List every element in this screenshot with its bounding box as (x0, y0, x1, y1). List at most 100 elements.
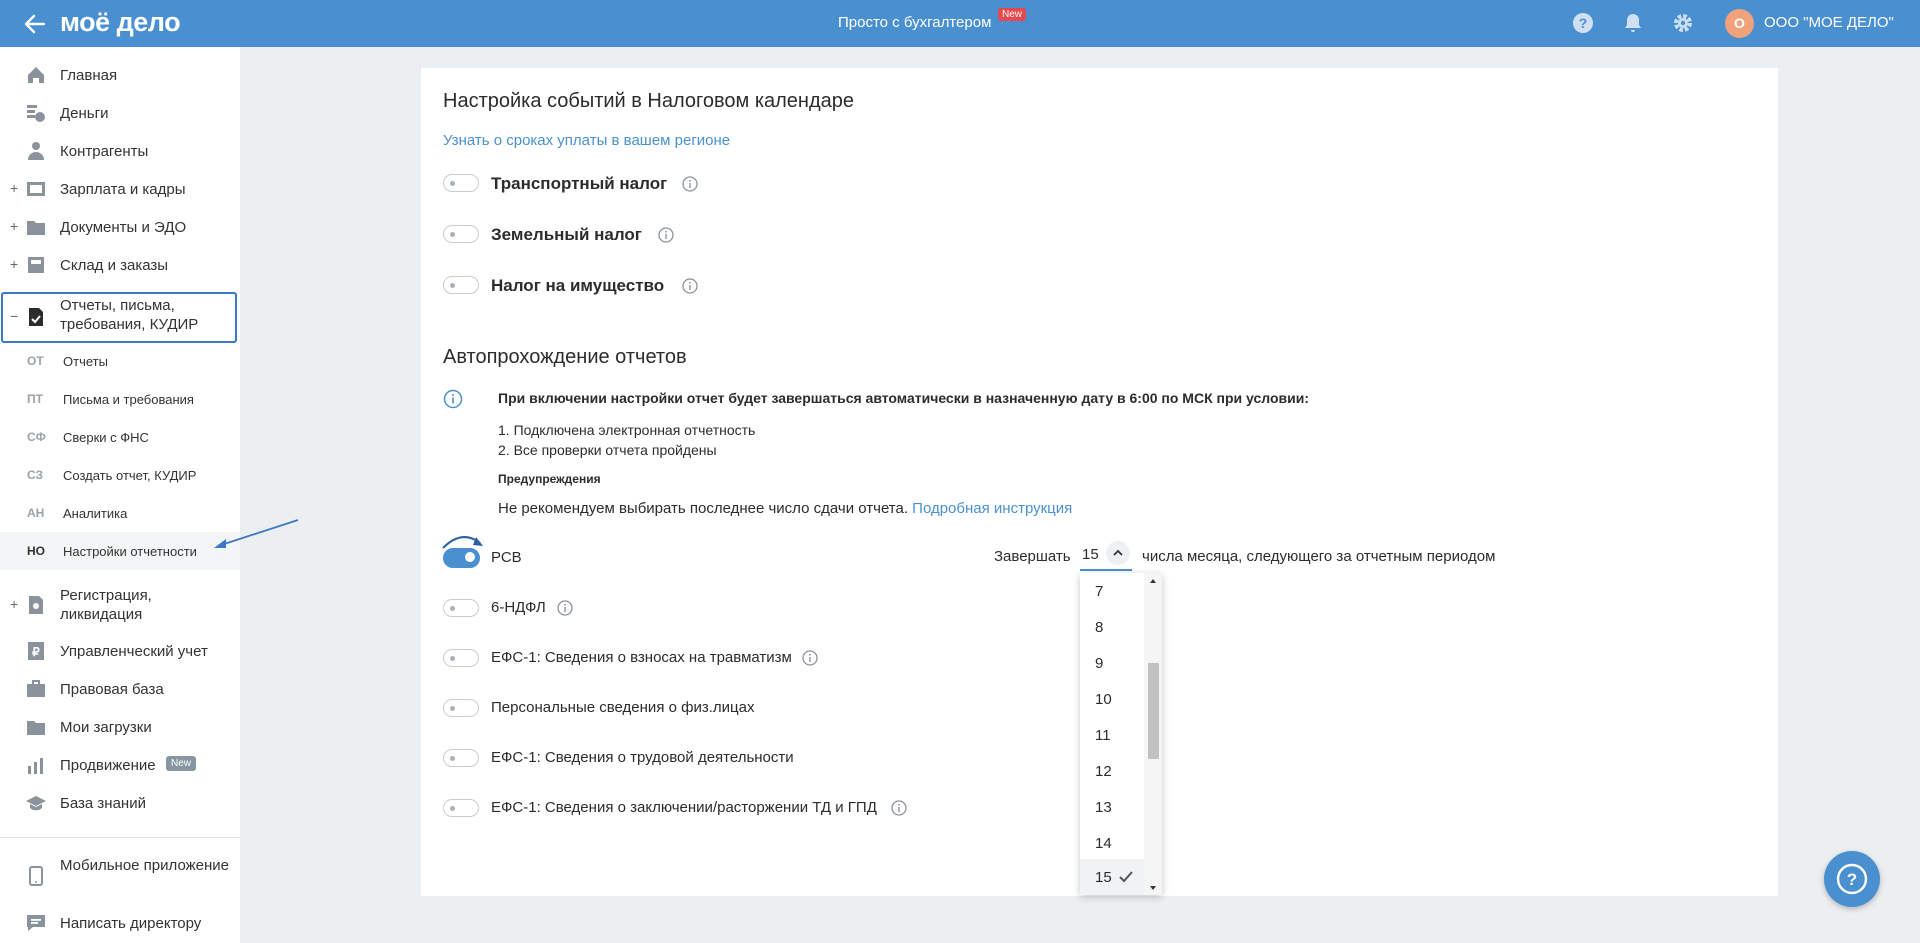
toggle-efs-labor[interactable] (443, 749, 479, 767)
sidebar-item-knowledge[interactable]: База знаний (0, 784, 240, 822)
sidebar-item-documents[interactable]: + Документы и ЭДО (0, 208, 240, 246)
sidebar-item-downloads[interactable]: Мои загрузки (0, 708, 240, 746)
sidebar-item-contractors[interactable]: Контрагенты (0, 132, 240, 170)
property-tax-label: Налог на имущество (491, 276, 665, 295)
dropdown-option[interactable]: 12 (1080, 753, 1144, 789)
subitem-label: Письма и требования (63, 392, 194, 407)
chevron-up-icon[interactable] (1106, 541, 1130, 565)
bell-icon[interactable] (1621, 11, 1645, 35)
promotion-icon (28, 758, 43, 774)
toggle-efs-contracts[interactable] (443, 799, 479, 817)
6ndfl-label: 6-НДФЛ (491, 599, 546, 616)
sidebar-item-money[interactable]: Деньги (0, 94, 240, 132)
contractors-icon (28, 142, 44, 160)
after-label: числа месяца, следующего за отчетным пер… (1142, 548, 1496, 565)
sidebar-item-label: Написать директору (60, 915, 202, 932)
day-select[interactable]: 15 (1080, 539, 1132, 571)
mobile-icon (29, 866, 43, 886)
header-tagline[interactable]: Просто с бухгалтером (838, 14, 991, 31)
dropdown-option[interactable]: 7 (1080, 573, 1144, 609)
dropdown-option[interactable]: 11 (1080, 717, 1144, 753)
svg-text:?: ? (1579, 15, 1588, 31)
sidebar-divider (0, 837, 240, 838)
registration-icon (29, 596, 43, 614)
subitem-label: Создать отчет, КУДИР (63, 468, 197, 483)
downloads-icon (27, 721, 45, 735)
dropdown-option[interactable]: 10 (1080, 681, 1144, 717)
sidebar-item-salary[interactable]: + Зарплата и кадры (0, 170, 240, 208)
note-heading: При включении настройки отчет будет заве… (498, 390, 1309, 406)
dropdown-option[interactable]: 8 (1080, 609, 1144, 645)
toggle-6ndfl[interactable] (443, 599, 479, 617)
help-icon[interactable]: ? (1571, 11, 1595, 35)
toggle-rsv[interactable] (443, 548, 480, 568)
subitem-label: Сверки с ФНС (63, 430, 149, 445)
toggle-efs-injury[interactable] (443, 649, 479, 667)
back-arrow-icon[interactable] (22, 11, 48, 37)
avatar[interactable]: О (1725, 9, 1754, 38)
subitem-create-report[interactable]: СЗ Создать отчет, КУДИР (0, 456, 240, 494)
active-nav-highlight (1, 292, 237, 343)
efs-contracts-label: ЕФС-1: Сведения о заключении/расторжении… (491, 799, 877, 816)
new-badge: New (998, 8, 1027, 21)
sidebar-item-registration[interactable]: + Регистрация, ликвидация (0, 582, 240, 630)
toggle-property-tax[interactable] (443, 276, 479, 294)
folder-icon (27, 221, 45, 235)
scrollbar-thumb[interactable] (1148, 663, 1159, 759)
sidebar-item-management[interactable]: ₽ Управленческий учет (0, 632, 240, 670)
info-icon[interactable] (682, 176, 698, 192)
option-label: 8 (1095, 619, 1104, 636)
annotation-arrow-icon (214, 519, 299, 548)
toggle-transport-tax[interactable] (443, 174, 479, 192)
subitem-abbr: ОТ (27, 354, 44, 368)
expand-icon[interactable]: + (10, 256, 18, 272)
subitem-fns-reconciliation[interactable]: СФ Сверки с ФНС (0, 418, 240, 456)
expand-icon[interactable]: + (10, 180, 18, 196)
company-name[interactable]: ООО "МОЕ ДЕЛО" (1764, 14, 1894, 31)
subitem-abbr: СЗ (27, 468, 44, 482)
info-icon[interactable] (682, 278, 698, 294)
instruction-link[interactable]: Подробная инструкция (912, 500, 1072, 517)
sidebar-item-label: Мобильное приложение (60, 857, 229, 874)
day-dropdown[interactable]: 7 8 9 10 11 12 13 14 15 (1080, 573, 1162, 895)
info-icon[interactable] (557, 600, 573, 616)
toggle-personal-data[interactable] (443, 699, 479, 717)
region-deadlines-link[interactable]: Узнать о сроках уплаты в вашем регионе (443, 132, 730, 149)
warehouse-icon (28, 257, 44, 273)
sidebar-item-label: Продвижение (60, 757, 156, 774)
dropdown-option[interactable]: 9 (1080, 645, 1144, 681)
efs-injury-label: ЕФС-1: Сведения о взносах на травматизм (491, 649, 792, 666)
expand-icon[interactable]: + (10, 218, 18, 234)
floating-help-button[interactable]: ? (1824, 851, 1880, 907)
note-line: 2. Все проверки отчета пройдены (498, 442, 717, 458)
sidebar-item-home[interactable]: Главная (0, 56, 240, 94)
home-icon (28, 67, 44, 83)
scroll-down-icon[interactable] (1147, 883, 1159, 893)
sidebar-item-promotion[interactable]: Продвижение New (0, 746, 240, 784)
sidebar-item-mobile-app[interactable]: Мобильное приложение (0, 852, 240, 900)
gear-icon[interactable] (1671, 11, 1695, 35)
dropdown-option-selected[interactable]: 15 (1080, 859, 1144, 895)
dropdown-option[interactable]: 14 (1080, 825, 1144, 861)
sidebar-item-legal[interactable]: Правовая база (0, 670, 240, 708)
expand-icon[interactable]: + (10, 596, 18, 612)
info-icon[interactable] (802, 650, 818, 666)
sidebar-item-label: Склад и заказы (60, 257, 169, 274)
app-logo[interactable]: моё дело (60, 7, 181, 38)
finish-label: Завершать (994, 548, 1071, 565)
dropdown-option[interactable]: 13 (1080, 789, 1144, 825)
option-label: 15 (1095, 869, 1112, 886)
sidebar-item-warehouse[interactable]: + Склад и заказы (0, 246, 240, 284)
subitem-report-settings[interactable]: НО Настройки отчетности (0, 532, 240, 570)
warning-text: Не рекомендуем выбирать последнее число … (498, 500, 1072, 517)
scroll-up-icon[interactable] (1147, 576, 1159, 586)
toggle-land-tax[interactable] (443, 225, 479, 243)
info-icon[interactable] (891, 800, 907, 816)
option-label: 12 (1095, 763, 1112, 780)
transport-tax-label: Транспортный налог (491, 174, 668, 193)
subitem-analytics[interactable]: АН Аналитика (0, 494, 240, 532)
info-icon[interactable] (658, 227, 674, 243)
sidebar-item-write-director[interactable]: Написать директору (0, 904, 240, 942)
subitem-letters[interactable]: ПТ Письма и требования (0, 380, 240, 418)
subitem-reports[interactable]: ОТ Отчеты (0, 342, 240, 380)
